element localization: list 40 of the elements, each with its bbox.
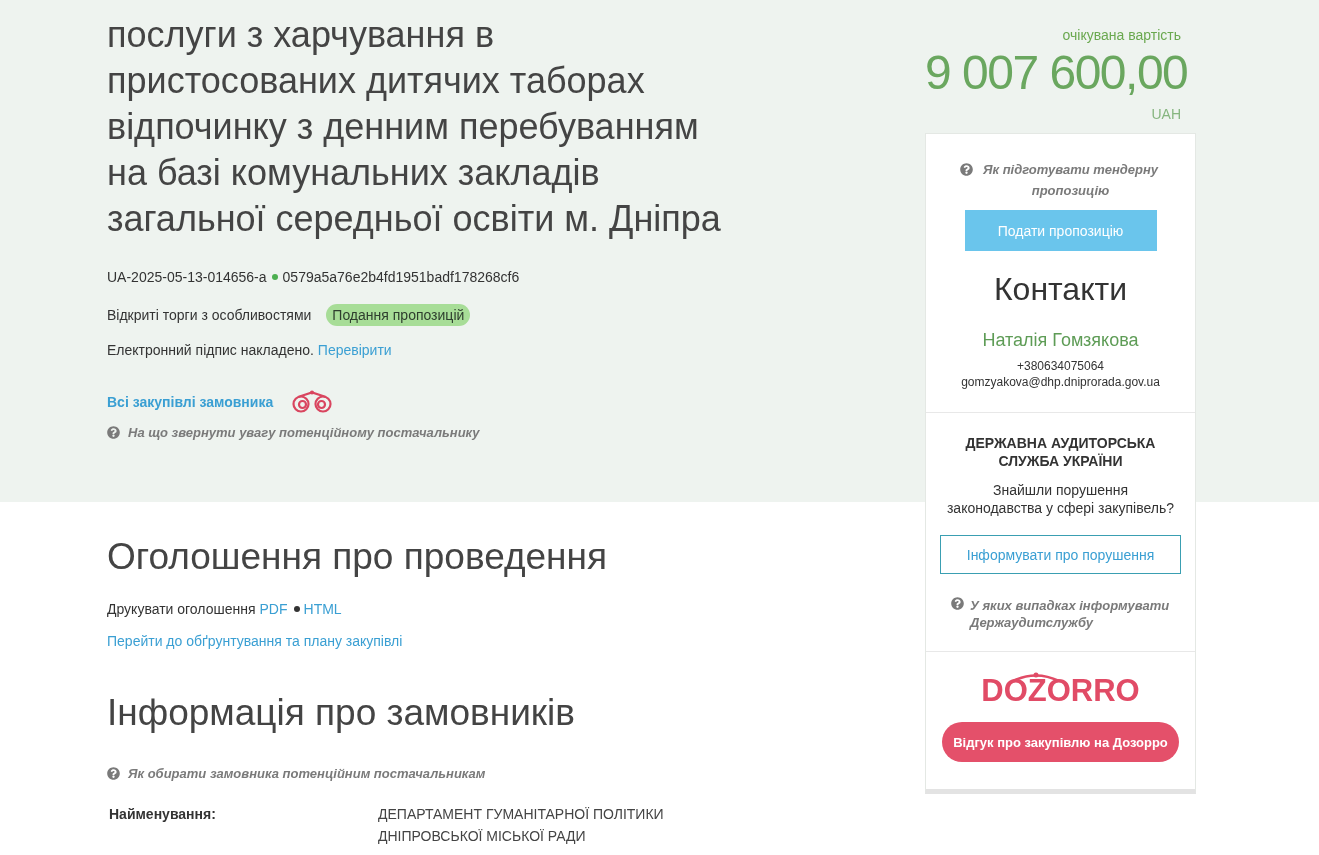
help-link[interactable]: Як підготувати тендерну пропозицію: [979, 159, 1162, 201]
buyer-tenders-link[interactable]: Всі закупівлі замовника: [107, 391, 274, 412]
help-link[interactable]: На що звернути увагу потенційному постачальнику: [128, 426, 480, 440]
value-label: очікувана вартість: [1062, 27, 1181, 43]
help-link[interactable]: Як обирати замовника потенційним постачальникам: [128, 767, 486, 781]
section-heading: Інформація про замовників: [107, 691, 575, 735]
contact-email: gomzyakova@dhp.dniprorada.gov.ua: [961, 374, 1160, 390]
contacts-heading: Контакти: [993, 270, 1128, 309]
help-icon: [107, 426, 120, 439]
dozorro-logo: DOZORRO: [981, 671, 1140, 706]
help-icon: [107, 767, 120, 780]
audit-title: ДЕРЖАВНА АУДИТОРСЬКА СЛУЖБА УКРАЇНИ: [964, 434, 1157, 470]
tender-title: послуги з харчування в пристосованих дитячих таборах відпочинку з денним перебуванням на базі комунальних закладів загальної середньої освіти м. Дніпра: [107, 13, 722, 241]
dot-icon: [271, 274, 278, 280]
report-violation-button[interactable]: Інформувати про порушення: [940, 535, 1181, 574]
print-format-link[interactable]: HTML: [303, 599, 342, 619]
help-link[interactable]: У яких випадках інформувати Держаудитслужбу: [970, 597, 1181, 631]
dot-icon: [293, 606, 300, 612]
contact-name: Наталія Гомзякова: [982, 329, 1139, 352]
tender-hash: 0579a5a76e2b4fd1951badf178268cf6: [282, 268, 520, 287]
procedure-type: Відкриті торги з особливостями: [107, 306, 312, 325]
binoculars-icon: [291, 390, 334, 413]
field-label: Найменування:: [108, 805, 217, 824]
help-icon: [959, 163, 973, 176]
tender-id: UA-2025-05-13-014656-a: [107, 268, 267, 287]
status-badge: Подання пропозицій: [326, 304, 471, 326]
submit-bid-button[interactable]: Подати пропозицію: [964, 210, 1157, 251]
contact-phone: +380634075064: [1016, 358, 1105, 374]
dozorro-feedback-button[interactable]: Відгук про закупівлю на Дозорро: [942, 722, 1179, 762]
currency-label: UAH: [1151, 106, 1181, 122]
field-value: ДЕПАРТАМЕНТ ГУМАНІТАРНОЇ ПОЛІТИКИ ДНІПРОВСЬКОЇ МІСЬКОЇ РАДИ: [378, 805, 665, 846]
signature-status: Електронний підпис накладено.: [107, 341, 314, 360]
print-format-link[interactable]: PDF: [259, 599, 288, 619]
section-heading: Оголошення про проведення: [107, 535, 607, 579]
verify-link[interactable]: Перевірити: [317, 340, 392, 360]
plan-link[interactable]: Перейти до обґрунтування та плану закупівлі: [107, 631, 403, 651]
expected-value: 9 007 600,00: [925, 46, 1188, 99]
help-icon: [951, 597, 964, 610]
audit-question: Знайшли порушення законодавства у сфері закупівель?: [945, 481, 1176, 517]
print-label: Друкувати оголошення: [107, 600, 256, 619]
